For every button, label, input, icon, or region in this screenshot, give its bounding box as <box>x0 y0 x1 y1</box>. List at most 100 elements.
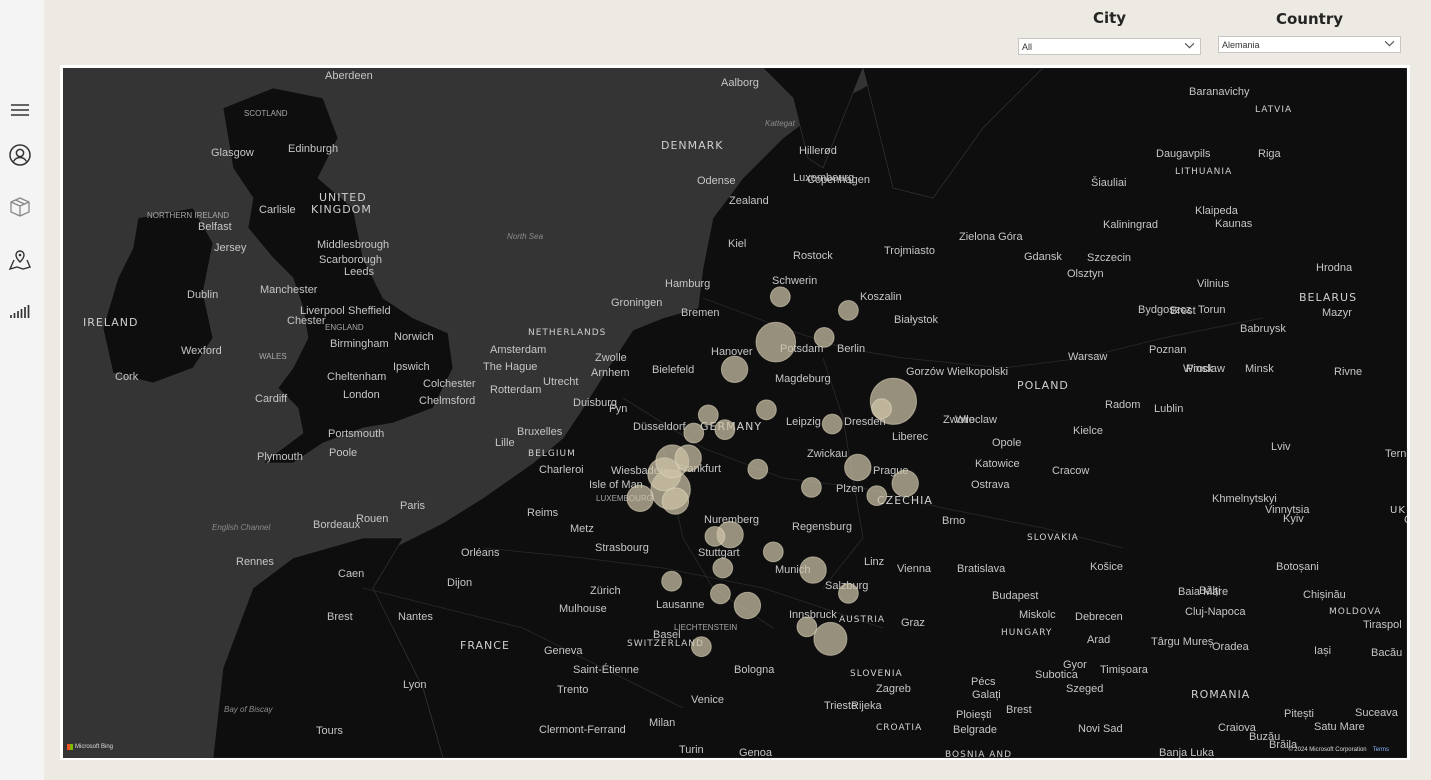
data-bubble[interactable] <box>626 484 654 512</box>
city-label: Kiel <box>728 238 746 250</box>
city-label: Lviv <box>1271 441 1291 453</box>
city-label: Edinburgh <box>288 143 338 155</box>
data-bubble[interactable] <box>844 453 872 482</box>
country-label-hungary: HUNGARY <box>1001 628 1052 638</box>
city-label: Šiauliai <box>1091 176 1126 189</box>
city-filter-title: City <box>1092 9 1127 27</box>
data-bubble[interactable] <box>733 591 762 620</box>
city-label: Białystok <box>894 314 939 326</box>
data-bubble[interactable] <box>762 541 784 563</box>
city-label: Carlisle <box>259 204 296 216</box>
city-label: Rotterdam <box>490 384 541 396</box>
data-bubble[interactable] <box>661 487 690 515</box>
city-label: Trento <box>557 684 588 696</box>
data-bubble[interactable] <box>683 422 705 444</box>
city-label: Zagreb <box>876 683 911 695</box>
city-label: Birmingham <box>330 338 389 350</box>
data-bubble[interactable] <box>755 321 797 363</box>
city-label: Amsterdam <box>490 344 546 356</box>
city-label: Koszalin <box>860 291 902 303</box>
country-label-belgium: BELGIUM <box>528 449 576 459</box>
city-label: Botoșani <box>1276 561 1319 573</box>
city-label: London <box>343 389 380 401</box>
city-label: Szczecin <box>1087 252 1131 264</box>
data-bubble[interactable] <box>799 556 827 584</box>
city-label: Chelmsford <box>419 395 475 407</box>
country-label-poland: POLAND <box>1017 379 1069 392</box>
city-label: Ploiești <box>956 709 991 721</box>
data-bubble[interactable] <box>674 444 702 472</box>
data-bubble[interactable] <box>710 583 731 605</box>
data-bubble[interactable] <box>821 413 843 435</box>
city-label: Luxembourg <box>793 172 854 184</box>
region-label-wales: WALES <box>259 352 287 361</box>
data-bubble[interactable] <box>801 477 822 498</box>
data-bubble[interactable] <box>714 419 736 441</box>
city-label: Reims <box>527 507 559 519</box>
data-bubble[interactable] <box>661 570 682 592</box>
data-bubble[interactable] <box>720 355 749 383</box>
city-label: Caen <box>338 568 364 580</box>
city-label: Chișinău <box>1303 589 1346 601</box>
city-label: Charleroi <box>539 464 584 476</box>
city-label: Milan <box>649 717 675 729</box>
city-label: Satu Mare <box>1314 721 1365 733</box>
data-bubble[interactable] <box>747 458 769 480</box>
city-label: Lausanne <box>656 599 704 611</box>
data-bubble[interactable] <box>712 557 734 579</box>
city-label: Aalborg <box>721 77 759 89</box>
city-label: Zealand <box>729 195 769 207</box>
sidebar <box>0 0 44 780</box>
city-label: Brest <box>1006 704 1032 716</box>
city-label: Minsk <box>1245 363 1274 375</box>
sea-label-north-sea: North Sea <box>507 232 544 241</box>
city-label: Rivne <box>1334 366 1362 378</box>
country-filter-value: Alemania <box>1222 40 1260 50</box>
city-label: Venice <box>691 694 724 706</box>
city-label: Düsseldorf <box>633 421 687 433</box>
country-label-belarus: BELARUS <box>1299 291 1357 304</box>
map-icon[interactable] <box>6 246 34 274</box>
menu-icon[interactable] <box>6 96 34 124</box>
country-filter-dropdown[interactable]: Alemania <box>1218 36 1401 53</box>
country-label-slovenia: SLOVENIA <box>850 669 903 679</box>
data-bubble[interactable] <box>813 327 835 348</box>
city-label: Geneva <box>544 645 583 657</box>
data-bubble[interactable] <box>704 526 726 547</box>
city-label: Ipswich <box>393 361 430 373</box>
package-icon[interactable] <box>6 193 34 221</box>
data-bubble[interactable] <box>769 286 791 308</box>
sea-label-english-channel: English Channel <box>212 523 270 532</box>
data-bubble[interactable] <box>838 300 859 321</box>
city-label: Manchester <box>260 284 318 296</box>
user-icon[interactable] <box>6 141 34 169</box>
city-label: Gorzów Wielkopolski <box>906 366 1008 378</box>
data-bubble[interactable] <box>796 616 818 638</box>
data-bubble[interactable] <box>697 404 719 426</box>
city-label: Bielefeld <box>652 364 694 376</box>
data-bubble[interactable] <box>813 621 848 656</box>
data-bubble[interactable] <box>866 485 888 507</box>
city-label: Klaipeda <box>1195 205 1239 217</box>
city-label: Linz <box>864 556 884 568</box>
map-visual: North Sea English Channel Bay of Biscay … <box>60 65 1410 760</box>
data-bubble[interactable] <box>891 469 919 498</box>
country-label-slovakia: SLOVAKIA <box>1027 533 1079 543</box>
map-canvas[interactable]: North Sea English Channel Bay of Biscay … <box>63 68 1407 758</box>
data-bubble[interactable] <box>756 399 777 421</box>
signal-bars-icon[interactable] <box>6 296 34 324</box>
data-bubble[interactable] <box>838 583 859 604</box>
data-bubble[interactable] <box>691 636 712 658</box>
city-label: Aberdeen <box>325 70 373 82</box>
city-filter-dropdown[interactable]: All <box>1018 38 1201 55</box>
city-label: Glasgow <box>211 147 254 159</box>
city-label: Brno <box>942 515 965 527</box>
data-bubble[interactable] <box>871 398 892 420</box>
city-label: Trieste <box>824 700 857 712</box>
country-label-latvia: LATVIA <box>1255 105 1292 115</box>
city-label: Babruysk <box>1240 323 1286 335</box>
country-label-kingdom: KINGDOM <box>311 203 372 216</box>
terms-link[interactable]: Terms <box>1373 747 1389 753</box>
city-label: Galați <box>972 689 1001 701</box>
city-label: Kaliningrad <box>1103 219 1158 231</box>
